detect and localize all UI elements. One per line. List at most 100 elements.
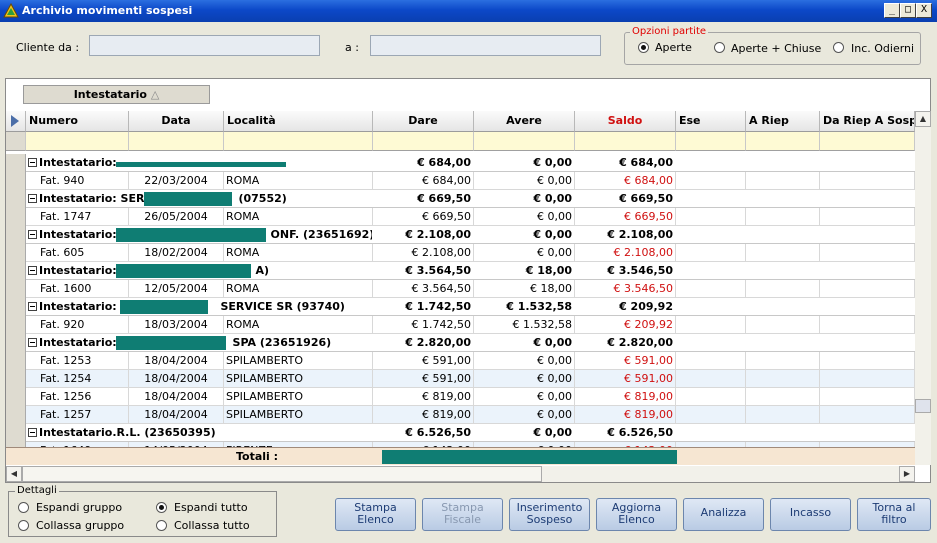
item-row[interactable]: Fat. 920 18/03/2004 ROMA € 1.742,50 € 1.532,… bbox=[26, 316, 915, 334]
header-selector[interactable] bbox=[6, 111, 26, 132]
row-selector[interactable] bbox=[6, 352, 26, 370]
row-selector[interactable] bbox=[6, 388, 26, 406]
column-header-avere[interactable]: Avere bbox=[474, 111, 575, 132]
hscroll-thumb[interactable] bbox=[22, 466, 542, 482]
column-header-ese[interactable]: Ese bbox=[676, 111, 746, 132]
group-row[interactable]: Intestatario: SER (07552) € 669,50 € 0,00 € … bbox=[26, 190, 915, 208]
filter-cell-saldo[interactable] bbox=[575, 132, 676, 151]
filter-cell-a-riep[interactable] bbox=[746, 132, 820, 151]
radio-espandi-gruppo-label[interactable]: Espandi gruppo bbox=[36, 501, 122, 514]
group-row[interactable]: Intestatario: € 684,00 € 0,00 € 684,00 bbox=[26, 154, 915, 172]
collapse-group-icon[interactable] bbox=[28, 158, 37, 167]
row-selector[interactable] bbox=[6, 226, 26, 244]
title-bar[interactable]: Archivio movimenti sospesi _ □ X bbox=[0, 0, 937, 22]
filter-cell-da-riep-a-sosp[interactable] bbox=[820, 132, 915, 151]
column-header-localita[interactable]: Località bbox=[224, 111, 373, 132]
item-row[interactable]: Fat. 1600 12/05/2004 ROMA € 3.564,50 € 18,00… bbox=[26, 280, 915, 298]
group-row[interactable]: Intestatario: S SERVICE SR (93740) € 1.742… bbox=[26, 298, 915, 316]
filter-cell-ese[interactable] bbox=[676, 132, 746, 151]
row-selector[interactable] bbox=[6, 154, 26, 172]
item-row[interactable]: Fat. 940 22/03/2004 ROMA € 684,00 € 0,00 € 68… bbox=[26, 172, 915, 190]
row-selector[interactable] bbox=[6, 190, 26, 208]
row-selector[interactable] bbox=[6, 280, 26, 298]
inserimento-sospeso-button[interactable]: Inserimento Sospeso bbox=[509, 498, 590, 531]
filter-cell-data[interactable] bbox=[129, 132, 224, 151]
item-row[interactable]: Fat. 1257 18/04/2004 SPILAMBERTO € 819,00 € … bbox=[26, 406, 915, 424]
scroll-thumb[interactable] bbox=[915, 399, 931, 413]
cell-dare: € 2.108,00 bbox=[373, 244, 474, 261]
group-row[interactable]: Intestatario: A) € 3.564,50 € 18,00 € 3.546… bbox=[26, 262, 915, 280]
collapse-group-icon[interactable] bbox=[28, 230, 37, 239]
horizontal-scrollbar[interactable]: ◀ ▶ bbox=[6, 466, 915, 482]
cell-avere: € 0,00 bbox=[474, 172, 575, 189]
row-selector[interactable] bbox=[6, 244, 26, 262]
group-dare: € 684,00 bbox=[417, 156, 471, 169]
item-row[interactable]: Fat. 1253 18/04/2004 SPILAMBERTO € 591,00 € … bbox=[26, 352, 915, 370]
radio-collassa-tutto-label[interactable]: Collassa tutto bbox=[174, 519, 250, 532]
radio-inc-odierni[interactable] bbox=[833, 42, 844, 53]
aggiorna-elenco-button[interactable]: Aggiorna Elenco bbox=[596, 498, 677, 531]
collapse-group-icon[interactable] bbox=[28, 194, 37, 203]
vertical-scrollbar[interactable]: ▲ bbox=[915, 111, 931, 465]
item-row[interactable]: Fat. 605 18/02/2004 ROMA € 2.108,00 € 0,00 € … bbox=[26, 244, 915, 262]
radio-collassa-gruppo-label[interactable]: Collassa gruppo bbox=[36, 519, 124, 532]
item-row[interactable]: Fat. 1256 18/04/2004 SPILAMBERTO € 819,00 € … bbox=[26, 388, 915, 406]
filter-cell-localita[interactable] bbox=[224, 132, 373, 151]
scroll-up-button[interactable]: ▲ bbox=[915, 111, 931, 127]
column-header-numero[interactable]: Numero bbox=[26, 111, 129, 132]
collapse-group-icon[interactable] bbox=[28, 266, 37, 275]
maximize-button[interactable]: □ bbox=[900, 3, 916, 18]
column-header-saldo[interactable]: Saldo bbox=[575, 111, 676, 132]
column-header-a-riep[interactable]: A Riep bbox=[746, 111, 820, 132]
filter-cell-avere[interactable] bbox=[474, 132, 575, 151]
radio-aperte-chiuse-label[interactable]: Aperte + Chiuse bbox=[731, 42, 821, 55]
minimize-button[interactable]: _ bbox=[884, 3, 900, 18]
row-selector[interactable] bbox=[6, 424, 26, 442]
analizza-button[interactable]: Analizza bbox=[683, 498, 764, 531]
row-selector[interactable] bbox=[6, 298, 26, 316]
radio-aperte-label[interactable]: Aperte bbox=[655, 41, 692, 54]
cliente-da-input[interactable] bbox=[89, 35, 320, 56]
item-row[interactable]: Fat. 1254 18/04/2004 SPILAMBERTO € 591,00 € … bbox=[26, 370, 915, 388]
incasso-button[interactable]: Incasso bbox=[770, 498, 851, 531]
cell-avere: € 0,00 bbox=[474, 406, 575, 423]
row-selector[interactable] bbox=[6, 172, 26, 190]
radio-collassa-tutto[interactable] bbox=[156, 520, 167, 531]
column-header-dare[interactable]: Dare bbox=[373, 111, 474, 132]
group-row[interactable]: Intestatario: SPA (23651926) € 2.820,00 € … bbox=[26, 334, 915, 352]
group-chip-label: Intestatario bbox=[73, 88, 147, 101]
radio-inc-odierni-label[interactable]: Inc. Odierni bbox=[851, 42, 914, 55]
column-header-da-riep-a-sosp[interactable]: Da Riep A Sosp bbox=[820, 111, 915, 132]
radio-espandi-tutto-label[interactable]: Espandi tutto bbox=[174, 501, 248, 514]
row-selector[interactable] bbox=[6, 406, 26, 424]
item-row[interactable]: Fat. 1747 26/05/2004 ROMA € 669,50 € 0,00 € 6… bbox=[26, 208, 915, 226]
radio-aperte-chiuse[interactable] bbox=[714, 42, 725, 53]
row-selector[interactable] bbox=[6, 262, 26, 280]
row-selector[interactable] bbox=[6, 334, 26, 352]
radio-espandi-gruppo[interactable] bbox=[18, 502, 29, 513]
torna-al-filtro-button[interactable]: Torna al filtro bbox=[857, 498, 931, 531]
group-row[interactable]: Intestatario: ONF. (23651692) € 2.108,00 €… bbox=[26, 226, 915, 244]
radio-espandi-tutto[interactable] bbox=[156, 502, 167, 513]
a-input[interactable] bbox=[370, 35, 601, 56]
collapse-group-icon[interactable] bbox=[28, 428, 37, 437]
scroll-left-button[interactable]: ◀ bbox=[6, 466, 22, 482]
radio-aperte[interactable] bbox=[638, 42, 649, 53]
group-row[interactable]: Intestatario.R.L. (23650395) € 6.526,50 € … bbox=[26, 424, 915, 442]
filter-cell-numero[interactable] bbox=[26, 132, 129, 151]
column-header-data[interactable]: Data bbox=[129, 111, 224, 132]
row-selector[interactable] bbox=[6, 370, 26, 388]
row-selector[interactable] bbox=[6, 208, 26, 226]
scroll-right-button[interactable]: ▶ bbox=[899, 466, 915, 482]
stampa-fiscale-button[interactable]: Stampa Fiscale bbox=[422, 498, 503, 531]
close-button[interactable]: X bbox=[916, 3, 932, 18]
collapse-group-icon[interactable] bbox=[28, 302, 37, 311]
row-selector[interactable] bbox=[6, 316, 26, 334]
cell-avere: € 18,00 bbox=[474, 280, 575, 297]
radio-collassa-gruppo[interactable] bbox=[18, 520, 29, 531]
group-by-intestatario-chip[interactable]: Intestatario △ bbox=[23, 85, 210, 104]
filter-cell-dare[interactable] bbox=[373, 132, 474, 151]
collapse-group-icon[interactable] bbox=[28, 338, 37, 347]
movimenti-grid[interactable]: Intestatario △ Numero Data Località Dare Ave… bbox=[5, 78, 931, 483]
stampa-elenco-button[interactable]: Stampa Elenco bbox=[335, 498, 416, 531]
